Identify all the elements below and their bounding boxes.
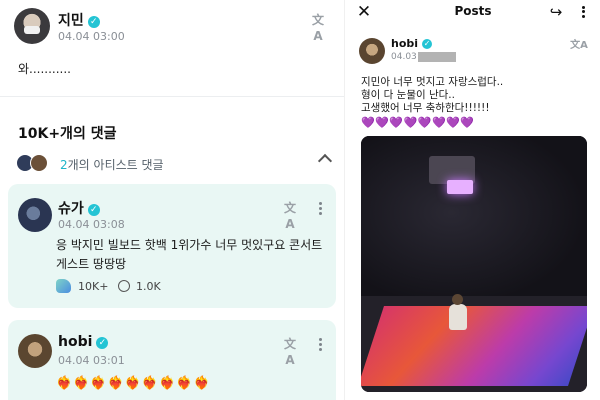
post-photo[interactable] xyxy=(361,136,587,392)
comment-author-name: 슈가 xyxy=(58,201,84,217)
photo-stage xyxy=(361,306,587,386)
artist-avatar xyxy=(30,154,48,172)
more-options-icon[interactable] xyxy=(580,4,586,22)
top-bar: ✕ Posts ↪ xyxy=(345,0,600,26)
translate-icon[interactable]: 文A xyxy=(308,12,328,43)
comment-timestamp: 04.04 03:08 xyxy=(58,218,125,231)
verified-icon: ✓ xyxy=(422,39,433,49)
divider xyxy=(0,96,344,97)
artist-comments-toggle[interactable]: 2개의 아티스트 댓글 xyxy=(16,153,336,174)
post-author[interactable]: hobi ✓ xyxy=(391,37,433,50)
translate-icon[interactable]: 文A xyxy=(280,336,300,367)
comments-count-title: 10K+개의 댓글 xyxy=(18,126,117,142)
avatar[interactable] xyxy=(14,8,50,44)
comment-author[interactable]: 슈가 ✓ xyxy=(58,198,100,218)
verified-icon: ✓ xyxy=(87,16,100,28)
post-line: 형이 다 눈물이 난다.. xyxy=(361,89,455,101)
more-options-icon[interactable] xyxy=(317,200,323,218)
reply-icon[interactable] xyxy=(118,280,130,292)
comment-timestamp: 04.04 03:01 xyxy=(58,354,125,367)
post-line: 고생했어 너무 축하한다!!!!!! xyxy=(361,102,490,114)
left-pane: 지민 ✓ 04.04 03:00 文A 와........... 10K+개의 댓… xyxy=(0,0,344,400)
comment-author[interactable]: hobi ✓ xyxy=(58,334,109,350)
comment-card: 슈가 ✓ 04.04 03:08 文A 응 박지민 빌보드 핫백 1위가수 너무 … xyxy=(8,184,336,308)
comment-author-name: hobi xyxy=(58,334,93,350)
avatar[interactable] xyxy=(18,334,52,368)
translate-icon[interactable]: 文A xyxy=(569,38,589,54)
verified-icon: ✓ xyxy=(96,337,109,349)
post-text: 와........... xyxy=(18,62,71,76)
comment-card: hobi ✓ 04.04 03:01 文A ❤️‍🔥❤️‍🔥❤️‍🔥❤️‍🔥❤️‍… xyxy=(8,320,336,400)
artist-comment-count: 2 xyxy=(60,158,68,172)
chevron-up-icon[interactable] xyxy=(317,153,333,169)
post-body: 지민아 너무 멋지고 자랑스럽다.. 형이 다 눈물이 난다.. 고생했어 너무… xyxy=(361,76,591,115)
artist-comments-label: 2개의 아티스트 댓글 xyxy=(60,156,164,173)
post-author[interactable]: 지민 ✓ xyxy=(58,10,100,30)
translate-icon[interactable]: 文A xyxy=(280,200,300,231)
comment-text: 응 박지민 빌보드 핫백 1위가수 너무 멋있구요 콘서트 게스트 땅땅땅 xyxy=(56,238,323,271)
avatar[interactable] xyxy=(18,198,52,232)
purple-hearts: 💜💜💜💜💜💜💜💜 xyxy=(361,116,475,129)
redacted-block xyxy=(418,52,456,62)
photo-person-head xyxy=(452,294,463,305)
post-author-name: hobi xyxy=(391,37,419,50)
artist-comment-label-text: 개의 아티스트 댓글 xyxy=(67,158,164,172)
like-count: 10K+ xyxy=(78,280,109,293)
post-timestamp: 04.04 03:00 xyxy=(58,30,125,43)
verified-icon: ✓ xyxy=(87,204,100,216)
right-pane: ✕ Posts ↪ hobi ✓ 04.03 文A 지민아 너무 멋지고 자랑스럽… xyxy=(344,0,600,400)
post-header: 지민 ✓ 04.04 03:00 文A xyxy=(14,8,330,48)
post-author-name: 지민 xyxy=(58,13,84,29)
like-icon[interactable] xyxy=(56,279,71,293)
comment-text: ❤️‍🔥❤️‍🔥❤️‍🔥❤️‍🔥❤️‍🔥❤️‍🔥❤️‍🔥❤️‍🔥❤️‍🔥 xyxy=(56,376,211,391)
reply-count: 1.0K xyxy=(136,280,161,293)
photo-person xyxy=(449,304,467,330)
avatar[interactable] xyxy=(359,38,385,64)
more-options-icon[interactable] xyxy=(317,336,323,354)
photo-light xyxy=(447,180,473,194)
share-icon[interactable]: ↪ xyxy=(547,2,565,22)
post-timestamp: 04.03 xyxy=(391,52,417,62)
post-line: 지민아 너무 멋지고 자랑스럽다.. xyxy=(361,76,504,88)
